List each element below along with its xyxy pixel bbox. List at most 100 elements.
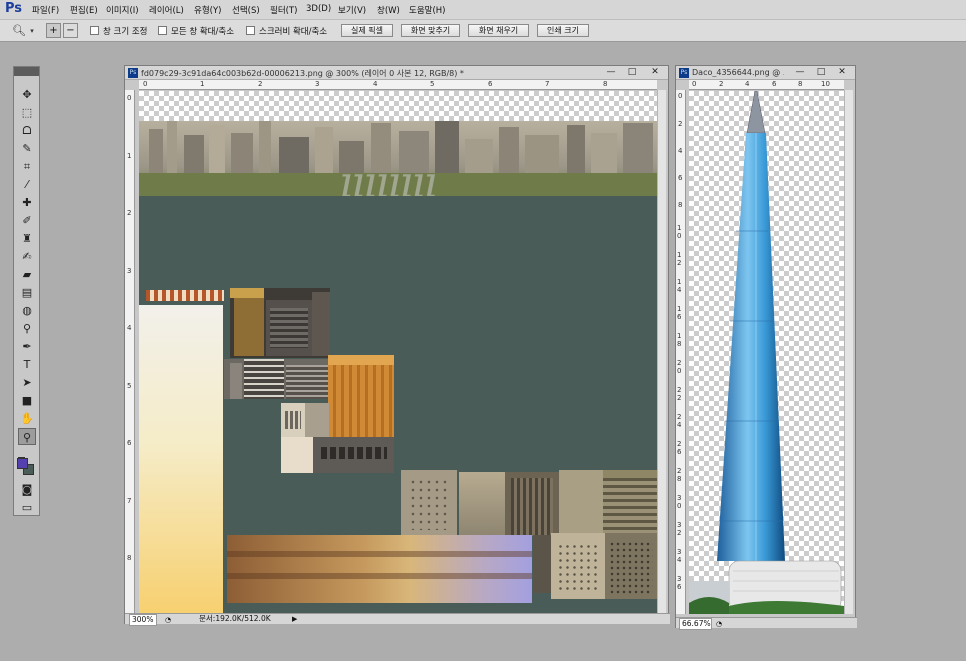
vertical-ruler[interactable]: 0 2 4 6 8 1 0 1 2 1 4 1 6 1 8 2 0 2 2 2 … — [676, 90, 686, 614]
gradient-strip-tile — [227, 535, 532, 603]
foreground-color-swatch[interactable] — [17, 458, 28, 469]
vertical-ruler[interactable]: 0 1 2 3 4 5 6 7 8 — [125, 90, 135, 613]
ruler-v-tick: 2 2 — [677, 386, 682, 402]
pen-tool-icon[interactable]: ✒ — [18, 338, 36, 355]
menu-help[interactable]: 도움말(H) — [409, 4, 445, 16]
marquee-tool-icon[interactable]: ⬚ — [18, 104, 36, 121]
building-tile — [230, 288, 330, 358]
ps-document-icon: Ps — [128, 68, 138, 78]
quick-mask-icon[interactable]: ◙ — [18, 481, 36, 498]
menu-window[interactable]: 창(W) — [377, 4, 400, 16]
close-button[interactable]: ✕ — [832, 66, 852, 79]
ruler-v-tick: 1 0 — [677, 224, 682, 240]
menu-select[interactable]: 선택(S) — [232, 4, 260, 16]
ruler-h-tick: 4 — [745, 80, 750, 88]
fit-screen-button[interactable]: 화면 맞추기 — [401, 24, 460, 37]
lasso-tool-icon[interactable]: ᗝ — [18, 122, 36, 139]
ruler-h-tick: 8 — [603, 80, 608, 88]
menu-layer[interactable]: 레이어(L) — [149, 4, 184, 16]
menu-file[interactable]: 파일(F) — [32, 4, 59, 16]
menu-3d[interactable]: 3D(D) — [306, 4, 331, 14]
ruler-v-tick: 8 — [678, 201, 683, 209]
vertical-scrollbar[interactable] — [844, 90, 853, 614]
ruler-v-tick: 3 6 — [677, 575, 682, 591]
building-tile — [401, 470, 457, 536]
eyedropper-tool-icon[interactable]: ⁄ — [18, 176, 36, 193]
magnifier-icon[interactable]: 🔍︎ — [12, 23, 26, 39]
status-menu-arrow-icon[interactable]: ▶ — [292, 614, 297, 624]
ruler-h-tick: 0 — [692, 80, 697, 88]
dodge-tool-icon[interactable]: ⚲ — [18, 320, 36, 337]
menu-image[interactable]: 이미지(I) — [106, 4, 139, 16]
ruler-v-tick: 1 4 — [677, 278, 682, 294]
ruler-v-tick: 2 — [678, 120, 683, 128]
blur-tool-icon[interactable]: ◍ — [18, 302, 36, 319]
document-window-main: Ps fd079c29-3c91da64c003b62d-00006213.pn… — [124, 65, 670, 626]
scrubby-zoom-checkbox[interactable] — [246, 26, 255, 35]
fill-screen-button[interactable]: 화면 채우기 — [468, 24, 529, 37]
move-tool-icon[interactable]: ✥ — [18, 86, 36, 103]
ruler-v-tick: 2 8 — [677, 467, 682, 483]
tower-canvas[interactable] — [689, 90, 844, 614]
status-info-icon[interactable]: ◔ — [165, 615, 171, 625]
minimize-button[interactable]: — — [601, 66, 621, 79]
print-size-button[interactable]: 인쇄 크기 — [537, 24, 589, 37]
actual-pixels-button[interactable]: 실제 픽셀 — [341, 24, 393, 37]
resize-windows-checkbox[interactable] — [90, 26, 99, 35]
screen-mode-icon[interactable]: ▭ — [18, 499, 36, 516]
hand-tool-icon[interactable]: ✋ — [18, 410, 36, 427]
menu-edit[interactable]: 편집(E) — [70, 4, 98, 16]
ruler-h-tick: 1 — [200, 80, 205, 88]
document-window-tower: Ps Daco_4356644.png @ ... — □ ✕ 0 2 4 6 … — [675, 65, 857, 630]
building-tile — [605, 533, 657, 599]
maximize-button[interactable]: □ — [622, 66, 642, 79]
document-title-bar[interactable]: Ps fd079c29-3c91da64c003b62d-00006213.pn… — [125, 66, 668, 80]
zoom-in-icon[interactable]: + — [46, 23, 61, 38]
toolbox-header[interactable] — [14, 67, 39, 76]
document-title: Daco_4356644.png @ ... — [692, 68, 784, 77]
menu-type[interactable]: 유형(Y) — [194, 4, 221, 16]
ruler-h-tick: 7 — [545, 80, 550, 88]
awning-tile — [146, 290, 224, 301]
document-canvas[interactable]: ıııııııı — [139, 91, 657, 613]
ruler-h-tick: 2 — [719, 80, 724, 88]
zoom-tool-icon[interactable]: ⚲ — [18, 428, 36, 445]
spot-healing-tool-icon[interactable]: ✚ — [18, 194, 36, 211]
building-tile — [459, 472, 507, 536]
ruler-v-tick: 7 — [127, 497, 132, 505]
chevron-down-icon[interactable]: ▾ — [28, 23, 36, 39]
document-title-bar[interactable]: Ps Daco_4356644.png @ ... — □ ✕ — [676, 66, 855, 80]
ps-document-icon: Ps — [679, 68, 689, 78]
ruler-v-tick: 2 6 — [677, 440, 682, 456]
brush-tool-icon[interactable]: ✐ — [18, 212, 36, 229]
ruler-h-tick: 4 — [373, 80, 378, 88]
zoom-level-field[interactable]: 300% — [129, 614, 157, 626]
gradient-tool-icon[interactable]: ▤ — [18, 284, 36, 301]
status-info-icon[interactable]: ◔ — [716, 619, 722, 629]
ruler-h-tick: 6 — [772, 80, 777, 88]
clone-stamp-tool-icon[interactable]: ♜ — [18, 230, 36, 247]
zoom-level-field[interactable]: 66.67% — [679, 618, 712, 630]
building-tile — [281, 403, 329, 437]
horizontal-ruler[interactable]: 0 2 4 6 8 10 — [689, 80, 844, 90]
ruler-h-tick: 8 — [798, 80, 803, 88]
photoshop-logo[interactable]: Ps — [5, 1, 27, 18]
path-selection-tool-icon[interactable]: ➤ — [18, 374, 36, 391]
horizontal-ruler[interactable]: 0 1 2 3 4 5 6 7 8 — [139, 80, 657, 90]
crop-tool-icon[interactable]: ⌗ — [18, 158, 36, 175]
rectangle-tool-icon[interactable]: ■ — [18, 392, 36, 409]
eraser-tool-icon[interactable]: ▰ — [18, 266, 36, 283]
quick-selection-tool-icon[interactable]: ✎ — [18, 140, 36, 157]
history-brush-tool-icon[interactable]: ✍ — [18, 248, 36, 265]
close-button[interactable]: ✕ — [645, 66, 665, 79]
vertical-scrollbar[interactable] — [657, 90, 666, 613]
menu-view[interactable]: 보기(V) — [338, 4, 366, 16]
zoom-all-windows-checkbox[interactable] — [158, 26, 167, 35]
menu-filter[interactable]: 필터(T) — [270, 4, 297, 16]
type-tool-icon[interactable]: T — [18, 356, 36, 373]
ruler-v-tick: 4 — [127, 324, 132, 332]
zoom-out-icon[interactable]: − — [63, 23, 78, 38]
minimize-button[interactable]: — — [790, 66, 810, 79]
maximize-button[interactable]: □ — [811, 66, 831, 79]
ruler-v-tick: 1 2 — [677, 251, 682, 267]
